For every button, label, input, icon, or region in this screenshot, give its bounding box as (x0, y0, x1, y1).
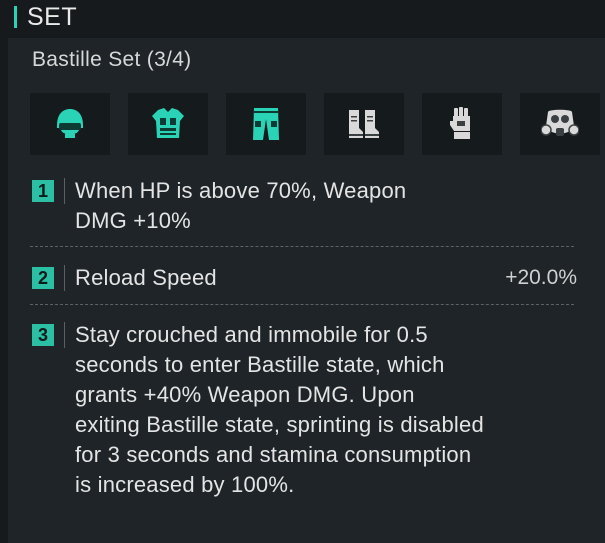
gloves-icon (450, 107, 470, 139)
bonus-separator (64, 178, 65, 204)
bonus-description: When HP is above 70%, Weapon DMG +10% (75, 178, 407, 233)
slot-gloves[interactable] (422, 93, 502, 155)
set-name: Bastille Set (3/4) (32, 48, 192, 71)
bonus-separator (64, 322, 65, 348)
bonus-number-badge: 2 (32, 267, 54, 289)
bonus-separator (64, 265, 65, 291)
pants-icon (253, 108, 279, 140)
armor-vest-icon (152, 108, 184, 138)
header-accent-bar (14, 6, 17, 28)
slot-helmet[interactable] (30, 93, 110, 155)
gas-mask-icon (541, 109, 579, 136)
slot-gas-mask[interactable] (520, 93, 600, 155)
slot-pants[interactable] (226, 93, 306, 155)
set-bonus-3: 3 Stay crouched and immobile for 0.5 sec… (32, 320, 575, 500)
set-bonus-1: 1 When HP is above 70%, Weapon DMG +10% (32, 176, 575, 236)
bonus-value: +20.0% (505, 266, 577, 289)
slot-armor-vest[interactable] (128, 93, 208, 155)
section-title: SET (27, 2, 78, 31)
section-header: SET (14, 2, 77, 32)
divider (30, 246, 574, 247)
bonus-description: Stay crouched and immobile for 0.5 secon… (75, 322, 484, 497)
bonus-number-badge: 1 (32, 180, 54, 202)
helmet-icon (57, 109, 83, 138)
set-slots (30, 93, 600, 155)
bonus-number-badge: 3 (32, 324, 54, 346)
divider (30, 304, 574, 305)
slot-boots[interactable] (324, 93, 404, 155)
bonus-description: Reload Speed (75, 265, 217, 290)
set-bonus-2: 2 Reload Speed +20.0% (32, 263, 577, 293)
boots-icon (349, 110, 379, 138)
